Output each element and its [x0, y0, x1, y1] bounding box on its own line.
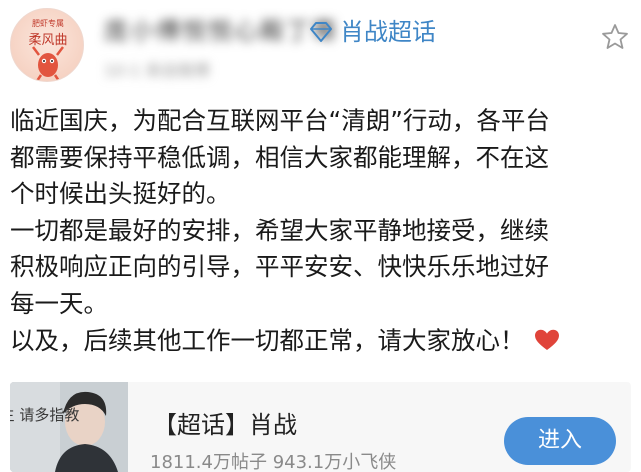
cover-illustration: 余生 请多指教 [10, 382, 128, 472]
username: 庞小傅悦悦心殿丁骞 [104, 17, 338, 45]
post-body: 临近国庆，为配合互联网平台“清朗”行动，各平台 都需要保持平稳低调，相信大家都能… [10, 103, 635, 359]
post-line: 一切都是最好的安排，希望大家平静地接受，继续 [10, 215, 549, 245]
diamond-icon [310, 22, 332, 42]
supertopic-card[interactable]: 余生 请多指教 【超话】肖战 1811.4万帖子 943.1万小飞侠 进入 [10, 382, 631, 472]
supertopic-cover-image: 余生 请多指教 [10, 382, 128, 472]
supertopic-title: 【超话】肖战 [153, 411, 297, 439]
star-icon[interactable] [600, 22, 630, 52]
post-meta: 10-1 来自微博 [104, 60, 214, 82]
avatar-shrimp-body [38, 53, 58, 77]
avatar-illustration: 肥虾专属 柔风曲 [28, 18, 68, 81]
post-line: 每一天。 [10, 288, 108, 318]
post-header: 肥虾专属 柔风曲 庞小傅悦悦心殿丁骞 肖战超话 10-1 来自微博 [0, 0, 641, 100]
heart-icon [534, 329, 559, 350]
post-line: 都需要保持平稳低调，相信大家都能理解，不在这 [10, 142, 549, 172]
post-line-last: 以及，后续其他工作一切都正常，请大家放心！ [10, 323, 635, 360]
post-line: 积极响应正向的引导，平平安安、快快乐乐地过好 [10, 252, 549, 282]
post-meta-text: 10-1 来自微博 [104, 61, 210, 80]
cover-text: 余生 请多指教 [10, 406, 79, 424]
supertopic-tag[interactable]: 肖战超话 [308, 17, 436, 47]
enter-button[interactable]: 进入 [504, 417, 616, 465]
post-line-text: 以及，后续其他工作一切都正常，请大家放心！ [10, 325, 525, 355]
username-link[interactable]: 庞小傅悦悦心殿丁骞 [104, 16, 338, 46]
post-line: 个时候出头挺好的。 [10, 179, 231, 209]
avatar-text-main: 柔风曲 [28, 33, 67, 48]
avatar[interactable]: 肥虾专属 柔风曲 [10, 8, 84, 82]
post-line: 临近国庆，为配合互联网平台“清朗”行动，各平台 [10, 106, 550, 135]
avatar-text-top: 肥虾专属 [32, 18, 64, 28]
supertopic-stats: 1811.4万帖子 943.1万小飞侠 [150, 452, 397, 472]
supertopic-label: 肖战超话 [340, 18, 436, 46]
